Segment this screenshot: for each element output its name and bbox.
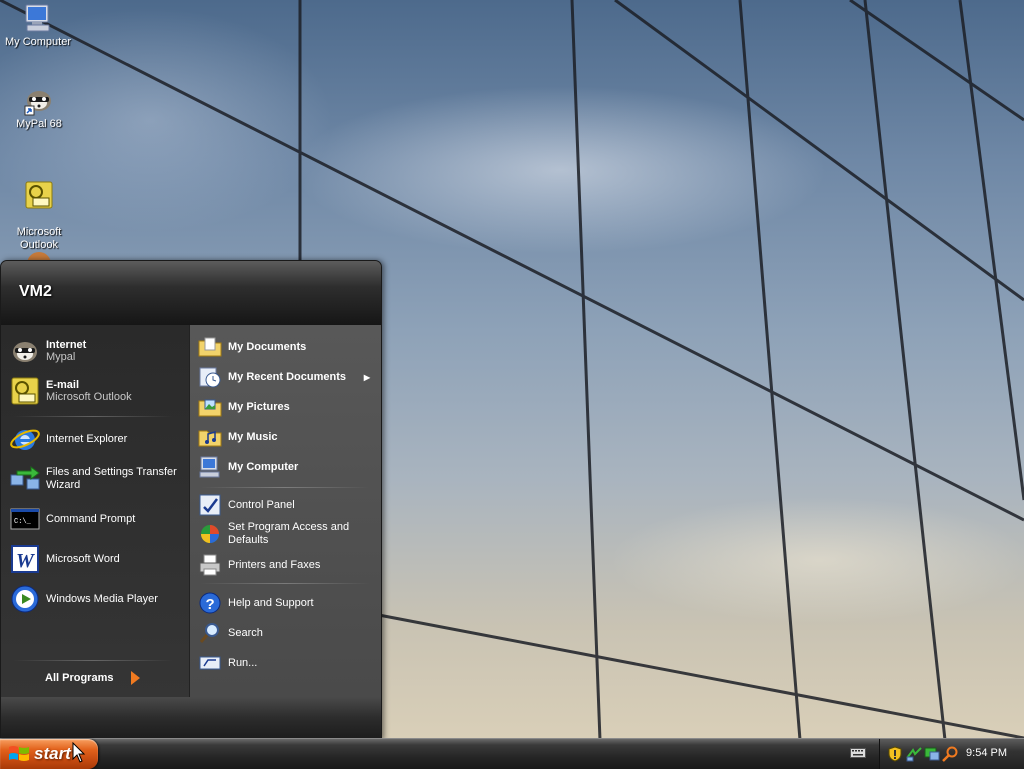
all-programs-label: All Programs (45, 672, 114, 684)
pictures-folder-icon (198, 399, 222, 417)
transfer-wizard-icon (10, 466, 40, 490)
recent-program-microsoft-word[interactable]: W Microsoft Word (9, 543, 187, 575)
recent-program-internet-explorer[interactable]: Internet Explorer (9, 423, 187, 455)
tool-help-and-support[interactable]: ? Help and Support (198, 591, 378, 615)
tool-label: Search (228, 626, 263, 639)
svg-text:W: W (16, 550, 35, 572)
desktop-icon-my-computer[interactable]: My Computer (0, 2, 76, 49)
pinned-item-title: Internet (46, 339, 87, 351)
separator (200, 583, 370, 584)
place-label: My Music (228, 430, 278, 443)
start-label: start (34, 744, 71, 763)
outlook-icon (11, 377, 39, 405)
place-my-documents[interactable]: My Documents (198, 335, 378, 359)
search-icon[interactable] (942, 746, 958, 762)
ie-icon (10, 429, 40, 450)
run-icon (199, 656, 221, 670)
outlook-icon (25, 181, 53, 209)
network-icon[interactable] (906, 746, 922, 762)
cmd-icon: C:\_ (10, 508, 40, 530)
help-icon: ? (199, 592, 221, 614)
setting-label: Control Panel (228, 498, 295, 511)
printer-icon (199, 554, 221, 576)
mouse-cursor-icon (72, 742, 86, 763)
pinned-item-subtitle: Mypal (46, 351, 76, 363)
computer-icon (25, 4, 50, 32)
start-menu-left-column: Internet Mypal E-mail Microsoft Outlook (1, 325, 189, 697)
pinned-item-title: E-mail (46, 379, 80, 391)
recent-program-label: Microsoft Word (46, 552, 120, 565)
recent-program-transfer-wizard[interactable]: Files and Settings Transfer Wizard (9, 463, 187, 495)
arrow-right-icon (131, 671, 141, 685)
monitor-icon[interactable] (924, 746, 940, 762)
place-my-computer[interactable]: My Computer (198, 455, 378, 479)
desktop-icon-label: My Computer (4, 36, 72, 48)
recent-program-command-prompt[interactable]: C:\_ Command Prompt (9, 503, 187, 535)
user-name: VM2 (19, 283, 52, 300)
recent-program-windows-media-player[interactable]: Windows Media Player (9, 583, 187, 615)
start-menu-right-column: My Documents My Recent Documents ▶ My Pi… (189, 325, 381, 697)
place-label: My Documents (228, 340, 307, 353)
desktop-icon-label: MyPal 68 (16, 118, 62, 130)
place-my-pictures[interactable]: My Pictures (198, 395, 378, 419)
setting-printers-and-faxes[interactable]: Printers and Faxes (198, 553, 378, 577)
tool-run[interactable]: Run... (198, 651, 378, 675)
recent-program-label: Windows Media Player (46, 592, 158, 605)
desktop-icon-outlook[interactable]: Microsoft Outlook (1, 166, 77, 252)
control-panel-icon (199, 494, 221, 516)
clock[interactable]: 9:54 PM (966, 747, 1007, 759)
media-player-icon (11, 585, 39, 613)
pinned-item-internet[interactable]: Internet Mypal (9, 335, 187, 367)
setting-label: Printers and Faxes (228, 558, 321, 571)
svg-text:?: ? (206, 596, 215, 613)
raccoon-icon (13, 342, 37, 362)
desktop-icon-mypal[interactable]: MyPal 68 (1, 84, 77, 131)
start-menu-header: VM2 (1, 261, 381, 325)
search-icon (199, 623, 219, 643)
place-label: My Computer (228, 460, 299, 473)
word-icon: W (11, 545, 39, 573)
recent-documents-icon (199, 367, 221, 388)
tool-label: Run... (228, 656, 258, 669)
keyboard-icon[interactable] (850, 747, 866, 759)
taskbar: start 9:54 PM (0, 738, 1024, 769)
all-programs-button[interactable]: All Programs (45, 670, 141, 686)
music-folder-icon (198, 430, 222, 447)
security-shield-icon[interactable] (888, 746, 902, 762)
computer-icon (199, 456, 220, 478)
separator (13, 660, 173, 661)
place-my-recent-documents[interactable]: My Recent Documents ▶ (198, 365, 378, 389)
svg-text:C:\_: C:\_ (14, 518, 32, 526)
recent-program-label: Command Prompt (46, 512, 136, 525)
setting-label: Set Program Access and Defaults (228, 521, 350, 546)
program-defaults-icon (201, 525, 219, 543)
recent-program-label: Internet Explorer (46, 432, 128, 445)
place-label: My Pictures (228, 400, 290, 413)
pinned-item-email[interactable]: E-mail Microsoft Outlook (9, 375, 187, 407)
recent-program-label: Files and Settings Transfer Wizard (46, 466, 177, 491)
start-menu-footer (1, 697, 381, 739)
submenu-arrow-icon: ▶ (363, 372, 370, 382)
place-label: My Recent Documents (228, 370, 346, 383)
documents-folder-icon (198, 337, 222, 357)
tool-label: Help and Support (228, 596, 314, 609)
setting-control-panel[interactable]: Control Panel (198, 493, 378, 517)
separator (13, 416, 173, 417)
setting-program-access-defaults[interactable]: Set Program Access and Defaults (198, 521, 378, 547)
raccoon-icon (24, 91, 51, 116)
place-my-music[interactable]: My Music (198, 425, 378, 449)
separator (200, 487, 370, 488)
tool-search[interactable]: Search (198, 621, 378, 645)
start-menu: VM2 Internet Mypal E-mail Microsoft Outl… (0, 260, 382, 740)
pinned-item-subtitle: Microsoft Outlook (46, 391, 132, 403)
windows-logo-icon (9, 746, 29, 761)
system-tray: 9:54 PM (879, 739, 1024, 769)
